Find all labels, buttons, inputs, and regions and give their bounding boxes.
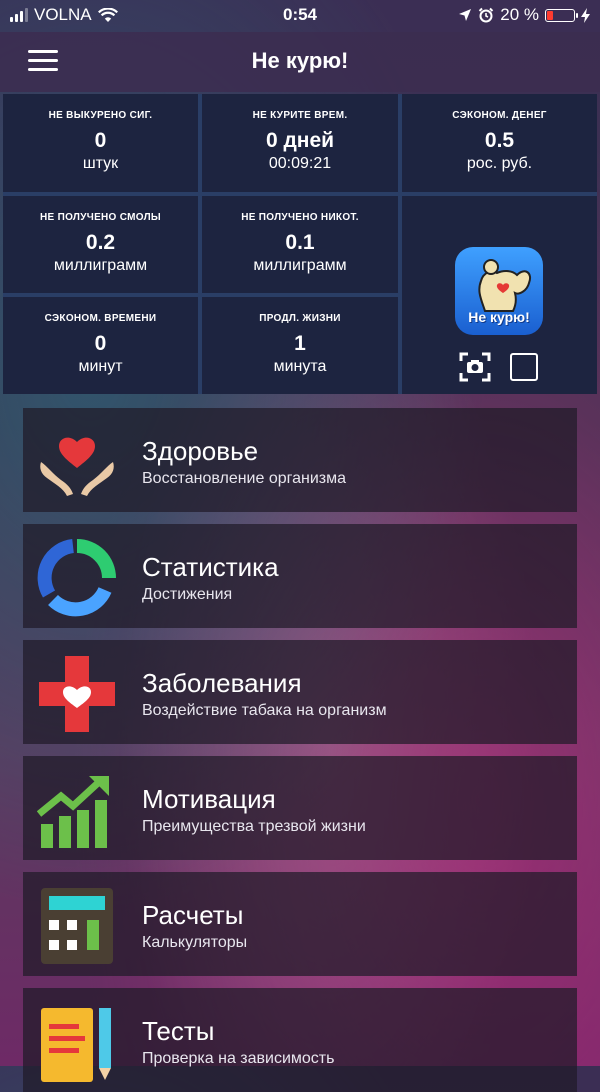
menu-item-statistics[interactable]: Статистика Достижения bbox=[23, 524, 577, 628]
stat-label: СЭКОНОМ. ВРЕМЕНИ bbox=[44, 313, 157, 324]
stat-label: НЕ ПОЛУЧЕНО НИКОТ. bbox=[241, 212, 359, 223]
camera-icon[interactable] bbox=[459, 352, 491, 382]
stat-unit: минута bbox=[273, 358, 327, 375]
stat-value: 0 дней bbox=[265, 129, 335, 152]
app-logo[interactable]: Не курю! bbox=[455, 247, 543, 335]
stat-label: НЕ КУРИТЕ ВРЕМ. bbox=[252, 110, 348, 121]
menu-item-title: Заболевания bbox=[142, 668, 302, 698]
menu-item-subtitle: Достижения bbox=[142, 586, 233, 603]
stat-cigarettes-not-smoked: НЕ ВЫКУРЕНО СИГ. 0 штук bbox=[3, 94, 198, 192]
stat-time-not-smoking: НЕ КУРИТЕ ВРЕМ. 0 дней 00:09:21 bbox=[202, 94, 398, 192]
stat-value: 0 bbox=[94, 332, 107, 355]
alarm-clock-icon bbox=[479, 7, 494, 23]
stat-value: 1 bbox=[294, 332, 306, 355]
battery-level bbox=[547, 10, 553, 20]
menu-item-subtitle: Воздействие табака на организм bbox=[142, 702, 387, 719]
status-bar: VOLNA 0:54 20 % bbox=[0, 0, 600, 32]
menu-item-health[interactable]: Здоровье Восстановление организма bbox=[23, 408, 577, 512]
stat-unit: рос. руб. bbox=[466, 155, 533, 172]
stat-unit: миллиграмм bbox=[53, 257, 148, 274]
stat-life-extended: ПРОДЛ. ЖИЗНИ 1 минута bbox=[202, 297, 398, 394]
menu-item-tests[interactable]: Тесты Проверка на зависимость bbox=[23, 988, 577, 1092]
stat-value: 0.2 bbox=[85, 231, 116, 254]
stat-nicotine-avoided: НЕ ПОЛУЧЕНО НИКОТ. 0.1 миллиграмм bbox=[202, 196, 398, 293]
menu-item-calculations[interactable]: Расчеты Калькуляторы bbox=[23, 872, 577, 976]
app-logo-text: Не курю! bbox=[468, 309, 530, 325]
stat-unit: 00:09:21 bbox=[268, 155, 332, 172]
menu-item-title: Мотивация bbox=[142, 784, 276, 814]
menu-item-title: Здоровье bbox=[142, 436, 259, 466]
navigation-bar: Не курю! bbox=[0, 32, 600, 92]
health-hands-heart-icon bbox=[40, 437, 114, 496]
stat-label: СЭКОНОМ. ДЕНЕГ bbox=[452, 110, 547, 121]
stat-label: НЕ ПОЛУЧЕНО СМОЛЫ bbox=[40, 212, 161, 223]
square-icon[interactable] bbox=[510, 353, 538, 381]
menu-item-title: Расчеты bbox=[142, 900, 244, 930]
menu-item-subtitle: Калькуляторы bbox=[142, 934, 248, 951]
stat-unit: минут bbox=[78, 358, 123, 375]
stat-tar-avoided: НЕ ПОЛУЧЕНО СМОЛЫ 0.2 миллиграмм bbox=[3, 196, 198, 293]
stat-unit: миллиграмм bbox=[253, 257, 347, 274]
stat-value: 0.5 bbox=[484, 129, 515, 152]
menu-item-title: Статистика bbox=[142, 552, 279, 582]
menu-item-subtitle: Восстановление организма bbox=[142, 470, 347, 487]
stat-label: НЕ ВЫКУРЕНО СИГ. bbox=[48, 110, 153, 121]
menu-item-motivation[interactable]: Мотивация Преимущества трезвой жизни bbox=[23, 756, 577, 860]
stat-time-saved: СЭКОНОМ. ВРЕМЕНИ 0 минут bbox=[3, 297, 198, 394]
menu-item-subtitle: Преимущества трезвой жизни bbox=[142, 818, 366, 835]
battery-percent: 20 % bbox=[500, 5, 539, 24]
location-arrow-icon bbox=[459, 9, 472, 21]
stat-value: 0.1 bbox=[285, 231, 315, 254]
menu-item-subtitle: Проверка на зависимость bbox=[142, 1050, 335, 1067]
stat-label: ПРОДЛ. ЖИЗНИ bbox=[259, 313, 341, 324]
charging-bolt-icon bbox=[581, 7, 590, 23]
menu-item-title: Тесты bbox=[142, 1016, 215, 1046]
statistics-ring-icon bbox=[37, 539, 116, 617]
battery-icon bbox=[545, 8, 578, 22]
test-notepad-icon bbox=[41, 1008, 111, 1082]
page-title: Не курю! bbox=[251, 48, 349, 73]
medical-cross-heart-icon bbox=[39, 656, 115, 732]
status-right: 20 % bbox=[458, 5, 590, 25]
stat-value: 0 bbox=[94, 129, 107, 152]
stat-unit: штук bbox=[82, 155, 119, 172]
growth-chart-icon bbox=[37, 776, 109, 848]
stats-panel: НЕ ВЫКУРЕНО СИГ. 0 штук НЕ КУРИТЕ ВРЕМ. … bbox=[3, 94, 597, 394]
stat-money-saved: СЭКОНОМ. ДЕНЕГ 0.5 рос. руб. bbox=[402, 94, 597, 192]
menu-item-diseases[interactable]: Заболевания Воздействие табака на органи… bbox=[23, 640, 577, 744]
calculator-icon bbox=[41, 888, 113, 964]
